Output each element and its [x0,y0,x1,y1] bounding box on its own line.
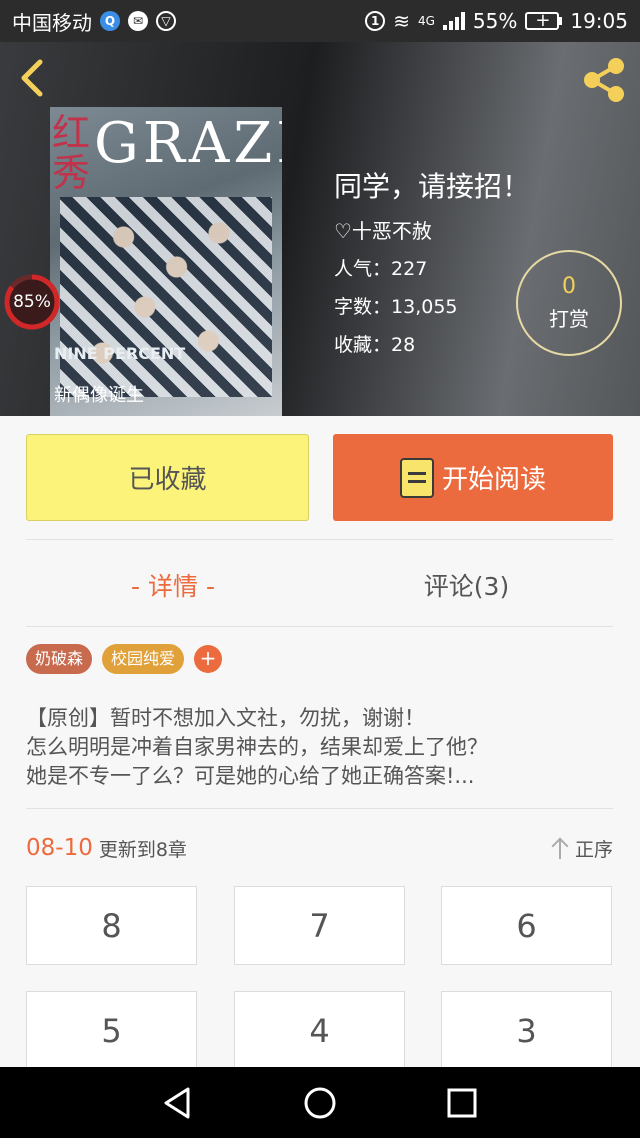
nav-home-icon[interactable] [298,1081,342,1125]
word-count-row: 字数：13,055 [334,292,458,319]
status-bar: 中国移动 Q ✉ ▽ 1 ≋ 4G 55% 19:05 [0,0,640,42]
cover-red-title: 红秀 [52,111,91,195]
tip-count: 0 [562,274,576,299]
chapter-button[interactable]: 6 [441,886,612,965]
book-title: 同学，请接招！ [334,170,531,203]
book-icon [399,457,434,498]
share-icon[interactable] [580,56,628,104]
collected-button[interactable]: 已收藏 [26,434,309,521]
chapter-button[interactable]: 3 [441,991,612,1070]
chapter-button[interactable]: 8 [26,886,197,965]
network-type: 4G [417,14,435,28]
book-description[interactable]: 【原创】暂时不想加入文社，勿扰，谢谢！ 怎么明明是冲着自家男神去的，结果却爱上了… [26,704,616,791]
tag-list: 奶破森 校园纯爱 + [26,644,223,674]
alarm-icon: 1 [365,11,386,31]
word-count-value: 13,055 [391,296,458,318]
favorites-value: 28 [391,334,416,356]
favorites-label: 收藏： [334,334,392,356]
start-reading-label: 开始阅读 [441,465,546,495]
update-text: 更新到8章 [98,838,187,861]
battery-percent: 55% [472,9,518,33]
chapter-button[interactable]: 4 [234,991,405,1070]
book-cover[interactable]: 红秀 GRAZIA NINE PERCENT 新偶像诞生 [50,107,282,416]
tag-item[interactable]: 奶破森 [26,644,93,674]
signal-icon [442,12,465,30]
cover-photo [60,197,272,397]
sort-button[interactable]: 正序 [551,835,613,862]
tip-button[interactable]: 0 打赏 [516,250,622,356]
chapter-button[interactable]: 7 [234,886,405,965]
nav-back-icon[interactable] [156,1081,200,1125]
chapter-button[interactable]: 5 [26,991,197,1070]
description-line: 怎么明明是冲着自家男神去的，结果却爱上了他？ [26,735,488,759]
popularity-label: 人气： [334,258,392,280]
book-header: 红秀 GRAZIA NINE PERCENT 新偶像诞生 85% 同学，请接招！… [0,42,640,416]
add-tag-button[interactable]: + [194,645,223,673]
browser-icon: Q [100,11,120,31]
book-author[interactable]: ♡十恶不赦 [334,215,432,244]
clock: 19:05 [570,9,628,33]
popularity-row: 人气：227 [334,254,427,281]
system-nav-bar [0,1067,640,1138]
back-icon[interactable] [14,58,54,98]
shield-icon: ▽ [156,11,176,31]
update-date: 08-10 [26,835,93,861]
sort-label: 正序 [574,838,613,861]
update-info: 08-10 更新到8章 正序 [26,830,613,866]
read-progress-label: 85% [13,292,51,312]
word-count-label: 字数： [334,296,392,318]
cover-nine-percent: NINE PERCENT [54,344,186,363]
divider [26,626,613,627]
description-line: 她是不专一了么？可是她的心给了她正确答案!... [26,764,475,788]
tab-comments[interactable]: 评论(3) [320,560,613,610]
start-reading-button[interactable]: 开始阅读 [333,434,613,521]
popularity-value: 227 [391,258,428,280]
tag-item[interactable]: 校园纯爱 [102,644,185,674]
divider [26,539,613,540]
favorites-row: 收藏：28 [334,330,415,357]
tab-details[interactable]: - 详情 - [26,560,320,610]
cover-subtitle: 新偶像诞生 [54,385,144,406]
carrier-label: 中国移动 [12,10,92,35]
tip-label: 打赏 [549,307,589,331]
nav-recents-icon[interactable] [440,1081,484,1125]
divider [26,808,613,809]
wifi-icon: ≋ [393,9,410,33]
cover-magazine-title: GRAZIA [94,111,282,176]
description-line: 【原创】暂时不想加入文社，勿扰，谢谢！ [26,706,425,730]
notification-icon: ✉ [128,11,148,31]
arrow-up-icon [551,836,569,860]
battery-icon [525,10,563,31]
